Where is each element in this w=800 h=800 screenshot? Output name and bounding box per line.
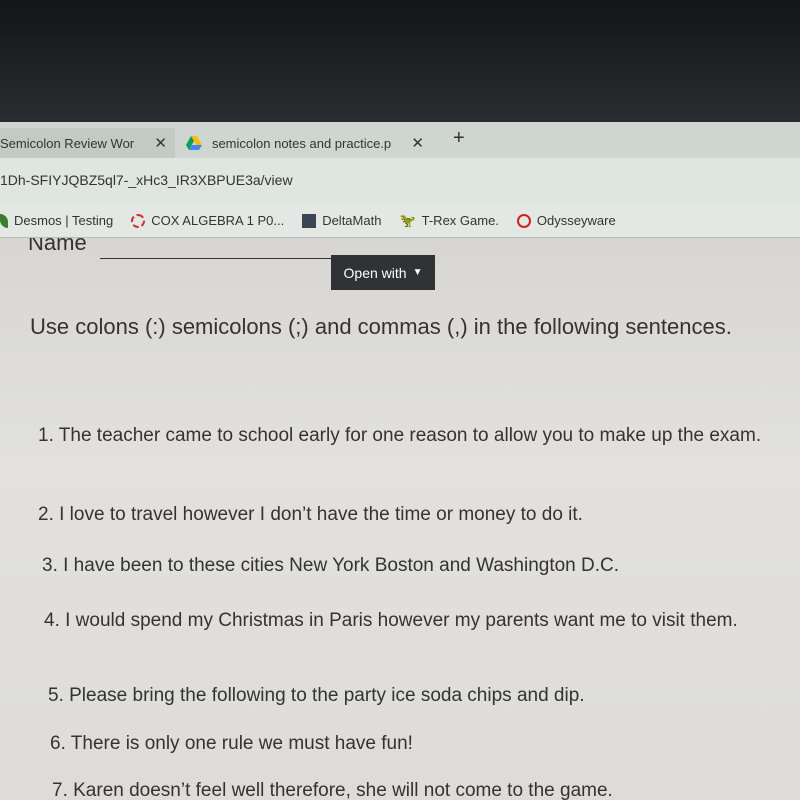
desmos-icon	[0, 213, 8, 228]
question-5: 5. Please bring the following to the par…	[48, 685, 585, 706]
name-label: Name	[28, 238, 87, 255]
tab-semicolon-review[interactable]: Semicolon Review Work ✕	[0, 128, 175, 158]
odysseyware-icon	[516, 213, 531, 228]
screen-bezel	[0, 0, 800, 122]
bookmark-label: DeltaMath	[322, 213, 382, 228]
question-3: 3. I have been to these cities New York …	[42, 555, 620, 576]
loading-circle-icon	[131, 213, 146, 228]
bookmark-cox-algebra[interactable]: COX ALGEBRA 1 P0...	[131, 213, 284, 228]
caret-down-icon: ▼	[412, 267, 423, 278]
close-icon[interactable]: ✕	[154, 134, 175, 152]
bookmark-label: COX ALGEBRA 1 P0...	[151, 213, 285, 228]
document-viewer: Name Open with ▼ Use colons (:) semicolon…	[0, 238, 800, 800]
question-7: 7. Karen doesn’t feel well therefore, sh…	[52, 780, 613, 800]
open-with-button[interactable]: Open with ▼	[331, 255, 435, 290]
open-with-label: Open with	[343, 264, 407, 281]
tab-label: semicolon notes and practice.p	[211, 135, 392, 151]
bookmark-label: Odysseyware	[536, 213, 616, 228]
google-drive-icon	[186, 136, 202, 150]
question-6: 6. There is only one rule we must have f…	[50, 733, 413, 754]
dinosaur-icon: 🦖	[399, 212, 416, 228]
question-1: 1. The teacher came to school early for …	[38, 425, 762, 446]
bookmarks-bar: Desmos | Testing COX ALGEBRA 1 P0... Del…	[0, 204, 800, 238]
graduation-cap-icon	[302, 213, 317, 228]
bookmark-deltamath[interactable]: DeltaMath	[302, 213, 381, 228]
bookmark-label: T-Rex Game.	[421, 213, 499, 228]
instructions: Use colons (:) semicolons (;) and commas…	[30, 314, 732, 339]
tab-semicolon-notes[interactable]: semicolon notes and practice.p ✕	[182, 128, 432, 158]
tab-strip: Semicolon Review Work ✕ semicolon notes …	[0, 122, 800, 158]
bookmark-trex[interactable]: 🦖 T-Rex Game.	[399, 213, 498, 229]
new-tab-button[interactable]: +	[453, 127, 465, 150]
bookmark-desmos[interactable]: Desmos | Testing	[0, 213, 113, 228]
address-bar[interactable]: 1Dh-SFIYJQBZ5ql7-_xHc3_IR3XBPUE3a/view	[0, 158, 800, 204]
bookmark-odysseyware[interactable]: Odysseyware	[516, 213, 616, 228]
question-4: 4. I would spend my Christmas in Paris h…	[44, 610, 738, 631]
close-icon[interactable]: ✕	[411, 134, 432, 152]
url-text: 1Dh-SFIYJQBZ5ql7-_xHc3_IR3XBPUE3a/view	[0, 172, 293, 188]
bookmark-label: Desmos | Testing	[14, 213, 114, 228]
name-line	[100, 258, 340, 259]
tab-label: Semicolon Review Work	[0, 135, 135, 151]
question-2: 2. I love to travel however I don’t have…	[38, 504, 583, 525]
